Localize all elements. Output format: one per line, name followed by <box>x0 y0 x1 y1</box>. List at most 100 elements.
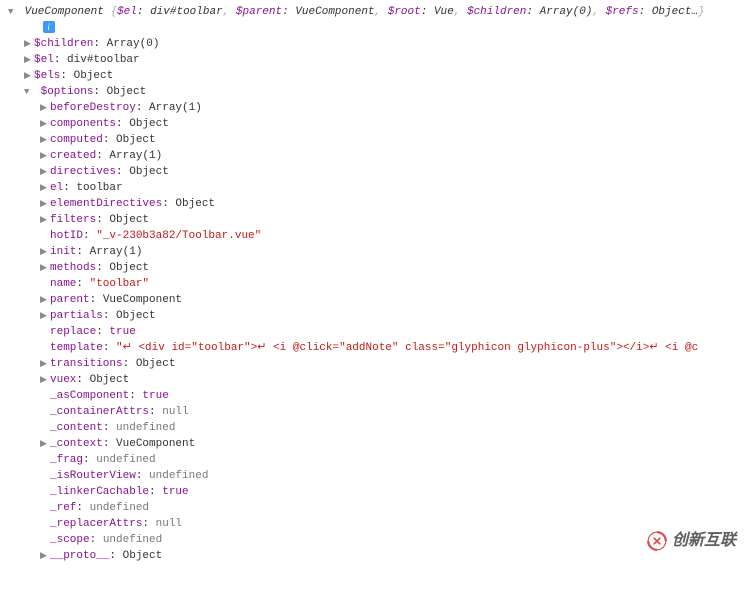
property-row[interactable]: ▶methods: Object <box>8 260 736 276</box>
property-value: Object <box>109 262 149 274</box>
property-value: Object <box>129 166 169 178</box>
chevron-right-icon[interactable]: ▶ <box>40 356 50 372</box>
property-row[interactable]: ▶_scope: undefined <box>8 532 736 548</box>
property-row[interactable]: ▶el: toolbar <box>8 180 736 196</box>
property-row[interactable]: ▶_isRouterView: undefined <box>8 468 736 484</box>
property-row[interactable]: ▶created: Array(1) <box>8 148 736 164</box>
chevron-right-icon[interactable]: ▶ <box>40 180 50 196</box>
chevron-right-icon: ▶ <box>40 388 50 404</box>
property-row[interactable]: ▶_asComponent: true <box>8 388 736 404</box>
property-row[interactable]: ▶filters: Object <box>8 212 736 228</box>
chevron-right-icon[interactable]: ▶ <box>40 292 50 308</box>
chevron-right-icon[interactable]: ▶ <box>40 308 50 324</box>
property-key: _content <box>50 422 103 434</box>
property-row[interactable]: ▶transitions: Object <box>8 356 736 372</box>
options-row[interactable]: ▼ $options: Object <box>8 84 736 100</box>
property-key: template <box>50 342 103 354</box>
chevron-right-icon[interactable]: ▶ <box>40 116 50 132</box>
object-header[interactable]: ▼ VueComponent {$el: div#toolbar, $paren… <box>8 4 736 20</box>
property-row[interactable]: ▶_replacerAttrs: null <box>8 516 736 532</box>
property-row[interactable]: ▶$children: Array(0) <box>8 36 736 52</box>
chevron-right-icon: ▶ <box>40 340 50 356</box>
property-row[interactable]: ▶_ref: undefined <box>8 500 736 516</box>
property-row[interactable]: ▶computed: Object <box>8 132 736 148</box>
property-value: VueComponent <box>116 438 195 450</box>
property-value: undefined <box>96 454 155 466</box>
chevron-right-icon[interactable]: ▶ <box>40 148 50 164</box>
property-key: _frag <box>50 454 83 466</box>
chevron-right-icon[interactable]: ▶ <box>40 372 50 388</box>
chevron-right-icon: ▶ <box>40 532 50 548</box>
property-value: Object <box>116 310 156 322</box>
property-row[interactable]: ▶vuex: Object <box>8 372 736 388</box>
chevron-right-icon[interactable]: ▶ <box>40 436 50 452</box>
property-row[interactable]: ▶_context: VueComponent <box>8 436 736 452</box>
property-row[interactable]: ▶directives: Object <box>8 164 736 180</box>
property-key: directives <box>50 166 116 178</box>
property-row[interactable]: ▶__proto__: Object <box>8 548 736 564</box>
chevron-down-icon[interactable]: ▼ <box>24 84 34 100</box>
property-row[interactable]: ▶partials: Object <box>8 308 736 324</box>
property-value: Object <box>175 198 215 210</box>
chevron-right-icon[interactable]: ▶ <box>24 68 34 84</box>
property-key: components <box>50 118 116 130</box>
chevron-down-icon[interactable]: ▼ <box>8 4 18 20</box>
property-row[interactable]: ▶components: Object <box>8 116 736 132</box>
logo-icon <box>646 530 668 552</box>
chevron-right-icon[interactable]: ▶ <box>40 132 50 148</box>
property-key: _asComponent <box>50 390 129 402</box>
chevron-right-icon[interactable]: ▶ <box>40 212 50 228</box>
property-row[interactable]: ▶name: "toolbar" <box>8 276 736 292</box>
property-key: _linkerCachable <box>50 486 149 498</box>
property-key: _replacerAttrs <box>50 518 142 530</box>
property-row[interactable]: ▶template: "↵ <div id="toolbar">↵ <i @cl… <box>8 340 736 356</box>
chevron-right-icon: ▶ <box>40 500 50 516</box>
chevron-right-icon[interactable]: ▶ <box>24 36 34 52</box>
property-value: Object <box>123 550 163 562</box>
watermark-text: 创新互联 <box>672 533 736 549</box>
property-value: Object <box>136 358 176 370</box>
property-row[interactable]: ▶_frag: undefined <box>8 452 736 468</box>
property-row[interactable]: ▶_linkerCachable: true <box>8 484 736 500</box>
info-row: ▶ i <box>8 20 736 36</box>
property-key: replace <box>50 326 96 338</box>
property-row[interactable]: ▶replace: true <box>8 324 736 340</box>
chevron-right-icon[interactable]: ▶ <box>24 52 34 68</box>
property-key: el <box>50 182 63 194</box>
options-val: Object <box>107 86 147 98</box>
options-key: $options <box>41 86 94 98</box>
property-key: vuex <box>50 374 76 386</box>
property-value: Object <box>90 374 130 386</box>
property-key: partials <box>50 310 103 322</box>
property-row[interactable]: ▶beforeDestroy: Array(1) <box>8 100 736 116</box>
chevron-right-icon[interactable]: ▶ <box>40 196 50 212</box>
property-value: undefined <box>116 422 175 434</box>
property-row[interactable]: ▶_containerAttrs: null <box>8 404 736 420</box>
property-row[interactable]: ▶parent: VueComponent <box>8 292 736 308</box>
chevron-right-icon[interactable]: ▶ <box>40 548 50 564</box>
property-row[interactable]: ▶elementDirectives: Object <box>8 196 736 212</box>
chevron-right-icon[interactable]: ▶ <box>40 164 50 180</box>
property-value: true <box>142 390 168 402</box>
chevron-right-icon: ▶ <box>40 516 50 532</box>
property-row[interactable]: ▶hotID: "_v-230b3a82/Toolbar.vue" <box>8 228 736 244</box>
property-key: filters <box>50 214 96 226</box>
property-value: VueComponent <box>103 294 182 306</box>
ctor-name: VueComponent <box>25 6 104 18</box>
property-value: Object <box>109 214 149 226</box>
property-row[interactable]: ▶init: Array(1) <box>8 244 736 260</box>
property-value: Array(1) <box>109 150 162 162</box>
property-value: Object <box>129 118 169 130</box>
property-value: "toolbar" <box>90 278 149 290</box>
chevron-right-icon[interactable]: ▶ <box>40 100 50 116</box>
property-row[interactable]: ▶_content: undefined <box>8 420 736 436</box>
property-key: _isRouterView <box>50 470 136 482</box>
chevron-right-icon[interactable]: ▶ <box>40 244 50 260</box>
property-value: Array(1) <box>149 102 202 114</box>
property-row[interactable]: ▶$els: Object <box>8 68 736 84</box>
property-key: $els <box>34 70 60 82</box>
info-icon[interactable]: i <box>43 21 55 33</box>
property-key: name <box>50 278 76 290</box>
property-row[interactable]: ▶$el: div#toolbar <box>8 52 736 68</box>
chevron-right-icon[interactable]: ▶ <box>40 260 50 276</box>
